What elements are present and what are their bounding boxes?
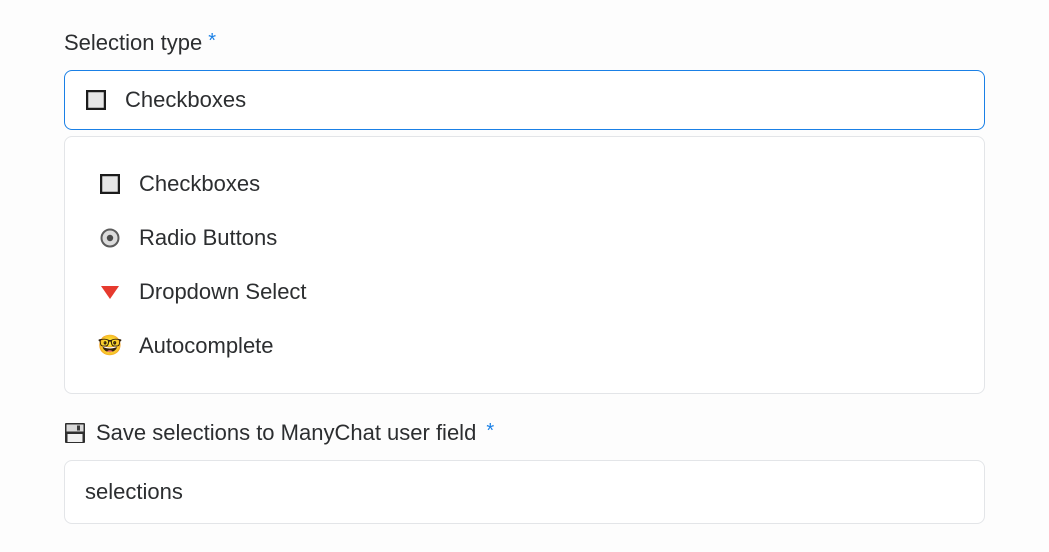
option-dropdown-select[interactable]: Dropdown Select: [65, 265, 984, 319]
option-label: Autocomplete: [139, 333, 274, 359]
selection-type-select[interactable]: Checkboxes: [64, 70, 985, 130]
checkbox-icon: [99, 173, 121, 195]
radio-icon: [99, 227, 121, 249]
save-field-label-text: Save selections to ManyChat user field: [96, 420, 476, 446]
save-icon: [64, 422, 86, 444]
save-field-label: Save selections to ManyChat user field *: [64, 420, 985, 446]
option-checkboxes[interactable]: Checkboxes: [65, 157, 984, 211]
dropdown-icon: [99, 281, 121, 303]
option-autocomplete[interactable]: 🤓 Autocomplete: [65, 319, 984, 373]
required-asterisk: *: [208, 31, 216, 51]
selection-type-selected-text: Checkboxes: [125, 87, 246, 113]
checkbox-icon: [85, 89, 107, 111]
selection-type-label: Selection type *: [64, 30, 985, 56]
option-label: Radio Buttons: [139, 225, 277, 251]
autocomplete-icon: 🤓: [99, 335, 121, 357]
selection-type-label-text: Selection type: [64, 30, 202, 56]
selection-type-dropdown: Checkboxes Radio Buttons Dropdown Select…: [64, 136, 985, 394]
required-asterisk: *: [486, 421, 494, 441]
save-field-input[interactable]: [64, 460, 985, 524]
option-label: Dropdown Select: [139, 279, 307, 305]
option-label: Checkboxes: [139, 171, 260, 197]
option-radio-buttons[interactable]: Radio Buttons: [65, 211, 984, 265]
